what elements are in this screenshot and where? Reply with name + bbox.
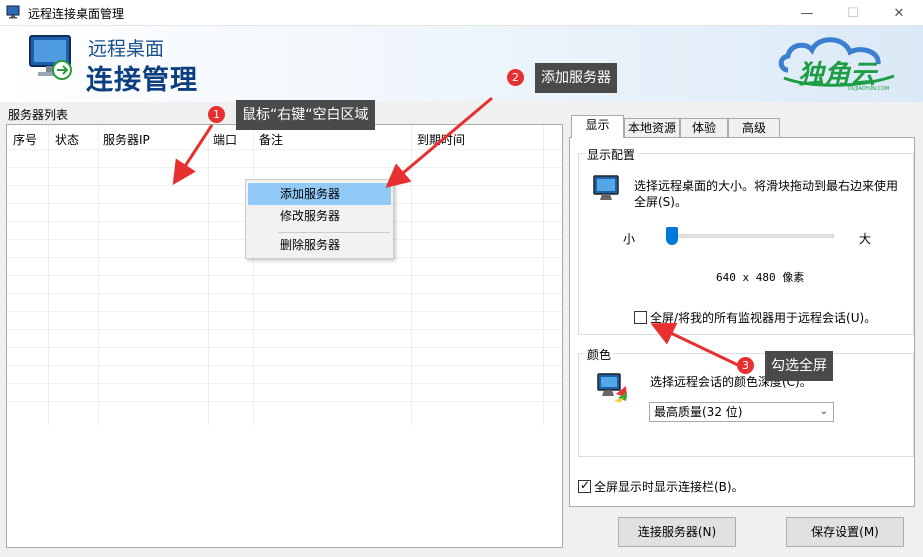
tab-display[interactable]: 显示	[571, 115, 624, 138]
annotation-arrow	[650, 322, 741, 368]
annotation-label: 添加服务器	[535, 63, 617, 93]
annotation-arrows	[172, 96, 741, 368]
annotation-arrow	[172, 124, 214, 186]
annotation-number: 2	[507, 69, 524, 86]
annotation-label: 勾选全屏	[765, 351, 833, 381]
annotation-label: 鼠标“右键“空白区域	[236, 100, 375, 130]
annotation-number: 3	[737, 357, 754, 374]
annotation-number: 1	[208, 106, 225, 123]
annotation-arrow	[385, 96, 493, 188]
